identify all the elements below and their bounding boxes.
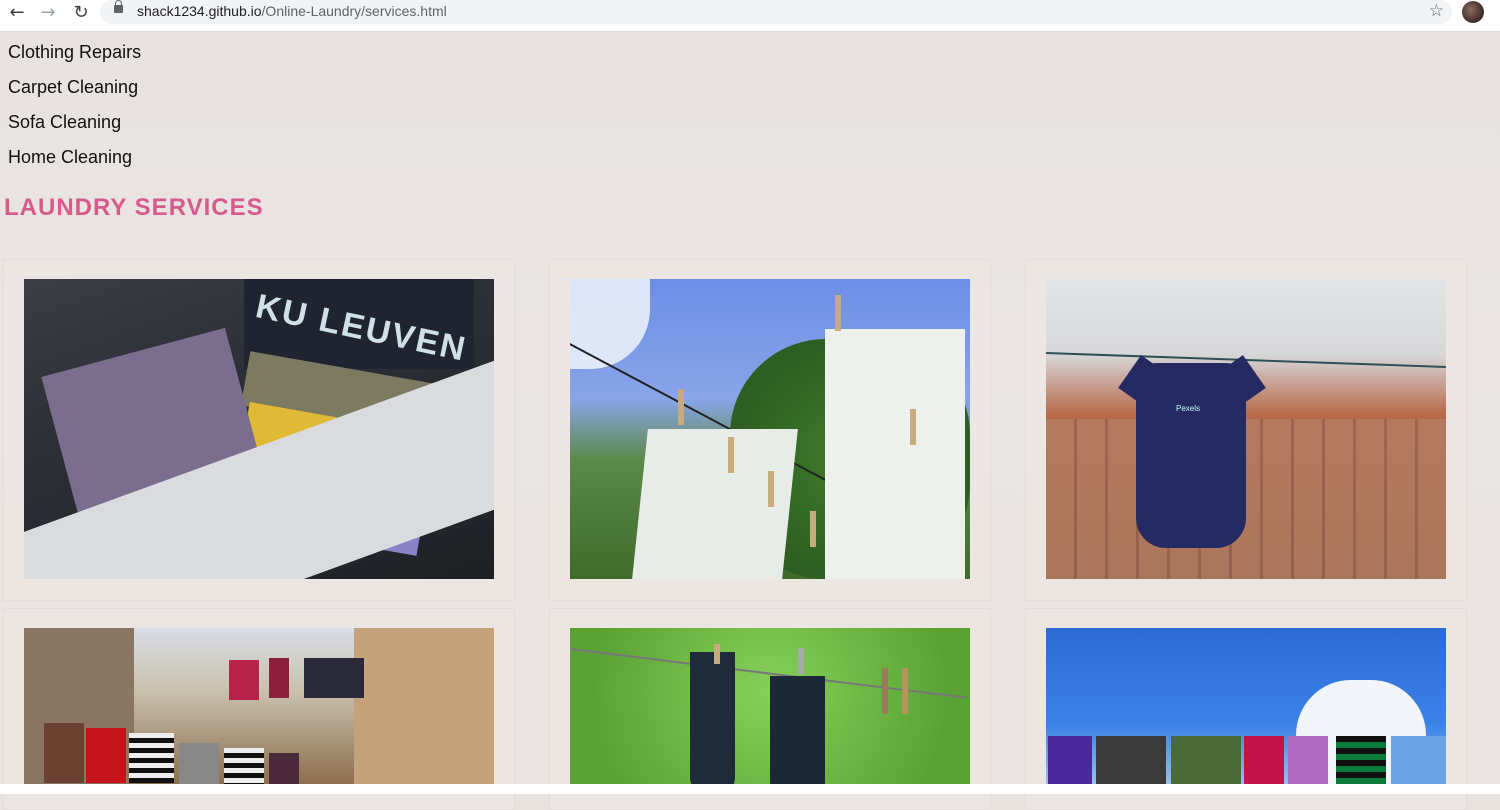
reload-icon[interactable]: ↻ (68, 2, 94, 24)
menu-item-sofa-cleaning[interactable]: Sofa Cleaning (8, 109, 141, 144)
url-host: shack1234.github.io (137, 3, 262, 19)
menu-item-carpet-cleaning[interactable]: Carpet Cleaning (8, 74, 141, 109)
forward-arrow-icon[interactable]: → (35, 2, 61, 24)
service-card[interactable] (3, 608, 515, 810)
socks-on-line-image (570, 628, 970, 788)
profile-avatar[interactable] (1462, 1, 1484, 23)
url-path: /Online-Laundry/services.html (261, 3, 447, 19)
service-card[interactable] (549, 608, 991, 810)
url-text[interactable]: shack1234.github.io/Online-Laundry/servi… (137, 3, 447, 19)
menu-item-clothing-repairs[interactable]: Clothing Repairs (8, 39, 141, 74)
service-card[interactable]: KU LEUVEN (3, 259, 515, 601)
browser-toolbar: ← → ↻ shack1234.github.io/Online-Laundry… (0, 0, 1500, 32)
service-card[interactable] (1025, 608, 1467, 810)
address-bar[interactable]: shack1234.github.io/Online-Laundry/servi… (100, 0, 1452, 24)
clothesline-sky-image (1046, 628, 1446, 788)
page-content: Clothing Repairs Carpet Cleaning Sofa Cl… (0, 32, 1500, 810)
service-card[interactable]: Pexels (1025, 259, 1467, 601)
services-menu: Clothing Repairs Carpet Cleaning Sofa Cl… (8, 39, 141, 179)
bottom-strip (0, 784, 1500, 794)
section-title: LAUNDRY SERVICES (4, 194, 264, 221)
alley-laundry-image (24, 628, 494, 788)
service-card[interactable] (549, 259, 991, 601)
pexels-logo-text: Pexels (1176, 404, 1201, 413)
lock-icon (114, 0, 123, 13)
menu-item-home-cleaning[interactable]: Home Cleaning (8, 144, 141, 179)
sheets-on-line-image (570, 279, 970, 579)
bookmark-star-icon[interactable]: ☆ (1429, 1, 1444, 21)
back-arrow-icon[interactable]: ← (4, 2, 30, 24)
folded-clothes-image: KU LEUVEN (24, 279, 494, 579)
baby-onesie-image: Pexels (1046, 279, 1446, 579)
